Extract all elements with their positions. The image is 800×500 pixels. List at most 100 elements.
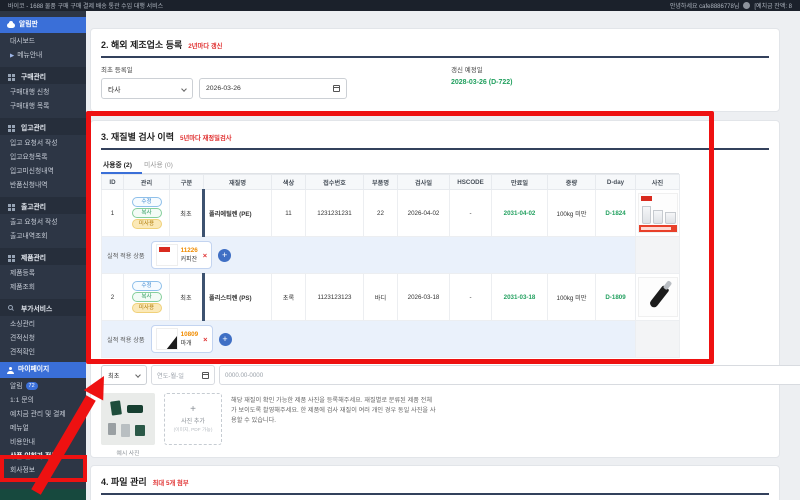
applied-product-code: 10809 <box>181 331 199 338</box>
sidebar-section-outbound[interactable]: 출고관리 <box>0 197 86 214</box>
sidebar-section-services[interactable]: 부가서비스 <box>0 299 86 316</box>
example-photo <box>101 393 155 445</box>
calendar-icon <box>202 372 209 379</box>
section2-title: 2. 해외 제조업소 등록 <box>101 38 182 51</box>
sidebar-item-purchase-list[interactable]: 구매대행 목록 <box>0 100 86 114</box>
sidebar-item-notice-board[interactable]: 알림판 <box>0 17 86 33</box>
table-header-row: ID 관리 구분 재질명 색상 접수번호 부품명 검사일 HSCODE 만료일 … <box>102 175 680 190</box>
remove-applied-product-icon[interactable]: × <box>203 335 207 344</box>
sidebar-item-purchase-request[interactable]: 구매대행 신청 <box>0 86 86 100</box>
col-receipt: 접수번호 <box>306 175 364 190</box>
col-photo: 사진 <box>636 175 680 190</box>
sidebar-item-quote-confirm[interactable]: 견적확인 <box>0 346 86 360</box>
sidebar-item-sourcing[interactable]: 소싱관리 <box>0 318 86 332</box>
applied-product-code: 11226 <box>181 247 198 254</box>
sidebar-item-menu-guide[interactable]: ▶메뉴안내 <box>0 49 86 63</box>
copy-button[interactable]: 복사 <box>132 292 162 302</box>
set-unused-button[interactable]: 미사용 <box>132 219 162 229</box>
sidebar-section-inbound[interactable]: 입고관리 <box>0 118 86 135</box>
section-divider <box>101 493 769 495</box>
sidebar-item-manual[interactable]: 메뉴얼 <box>0 422 86 436</box>
cell-actions: 수정 복사 미사용 <box>124 274 170 321</box>
section-divider <box>101 148 769 150</box>
cell-id: 2 <box>102 274 124 321</box>
edit-button[interactable]: 수정 <box>132 197 162 207</box>
section4-note: 최대 5개 첨부 <box>153 478 189 487</box>
applied-product-thumbnail <box>156 244 178 266</box>
sidebar-item-inbound-unrequested[interactable]: 입고미신청내역 <box>0 165 86 179</box>
sidebar-item-alerts[interactable]: 알림72 <box>0 380 86 394</box>
sidebar-item-product-license-info[interactable]: 상품 인허가 정보 <box>0 450 86 464</box>
sidebar-item-dashboard[interactable]: 대시보드 <box>0 35 86 49</box>
sidebar-section-purchase[interactable]: 구매관리 <box>0 67 86 84</box>
cell-type: 최초 <box>170 274 204 321</box>
add-applied-product-button[interactable]: + <box>219 333 232 346</box>
plus-icon: + <box>190 405 196 415</box>
photo-guide: 예시 사진 + 사진 추가 (이미지, PDF 가능) 해당 재질이 확인 가능… <box>101 393 769 457</box>
sidebar-item-inquiry[interactable]: 1:1 문의 <box>0 394 86 408</box>
cell-id: 1 <box>102 190 124 237</box>
tab-unused[interactable]: 미사용 (0) <box>142 156 183 173</box>
applied-products-row: 실적 적용 상품 11226 커피잔 × <box>102 237 680 274</box>
chevron-down-icon <box>181 86 187 92</box>
sidebar-footer-block <box>0 489 86 500</box>
cell-photo[interactable] <box>636 274 680 321</box>
photo-upload-box[interactable]: + 사진 추가 (이미지, PDF 가능) <box>164 393 222 445</box>
cell-color: 11 <box>272 190 306 237</box>
section3-note: 5년마다 재정밀검사 <box>180 133 232 142</box>
sidebar-item-inbound-form[interactable]: 입고 요청서 작성 <box>0 137 86 151</box>
cell-material: 폴리에틸렌 (PE) <box>204 190 272 237</box>
cell-test-date: 2026-03-18 <box>398 274 450 321</box>
applied-product-card[interactable]: 10809 마개 × <box>151 325 213 353</box>
renewal-date-value: 2028-03-26 (D-722) <box>451 79 512 86</box>
section2-renew-note: 2년마다 갱신 <box>188 41 222 50</box>
chevron-down-icon <box>135 372 141 378</box>
inspection-date-input[interactable]: 연도-월-일 <box>151 365 215 385</box>
file-management-section: 4. 파일 관리 최대 5개 첨부 <box>90 465 780 500</box>
first-reg-date-input[interactable]: 2026-03-26 <box>199 78 347 99</box>
tab-in-use[interactable]: 사용중 (2) <box>101 156 142 174</box>
grid-icon <box>8 255 11 258</box>
applied-product-name: 커피잔 <box>181 254 198 263</box>
hscode-input[interactable] <box>219 365 800 385</box>
sidebar-item-pricing[interactable]: 비용안내 <box>0 436 86 450</box>
sidebar-item-outbound-history[interactable]: 출고내역조회 <box>0 230 86 244</box>
sidebar-item-inbound-list[interactable]: 입고요청목록 <box>0 151 86 165</box>
person-icon <box>7 367 14 374</box>
first-reg-date-label: 최초 등록일 <box>101 64 769 74</box>
cell-expire: 2031-03-18 <box>492 274 548 321</box>
sidebar-item-mypage[interactable]: 마이페이지 <box>0 362 86 378</box>
col-color: 색상 <box>272 175 306 190</box>
avatar[interactable] <box>743 2 750 9</box>
add-applied-product-button[interactable]: + <box>218 249 231 262</box>
sidebar-item-return-history[interactable]: 반품신청내역 <box>0 179 86 193</box>
section3-title: 3. 재질별 검사 이력 <box>101 130 174 143</box>
sidebar-item-company-info[interactable]: 회사정보 <box>0 464 86 478</box>
sidebar-item-product-register[interactable]: 제품등록 <box>0 267 86 281</box>
grid-icon <box>8 74 11 77</box>
topbar-balance[interactable]: [예치금 잔액: 8 <box>754 1 792 10</box>
cell-actions: 수정 복사 미사용 <box>124 190 170 237</box>
sidebar-item-outbound-form[interactable]: 출고 요청서 작성 <box>0 216 86 230</box>
cell-photo[interactable] <box>636 190 680 237</box>
sidebar-section-product[interactable]: 제품관리 <box>0 248 86 265</box>
set-unused-button[interactable]: 미사용 <box>132 303 162 313</box>
board-icon <box>7 23 15 28</box>
edit-button[interactable]: 수정 <box>132 281 162 291</box>
applied-products-label: 실적 적용 상품 <box>107 335 145 344</box>
cell-dday: D-1824 <box>596 190 636 237</box>
applied-product-card[interactable]: 11226 커피잔 × <box>151 241 213 269</box>
sidebar-item-product-lookup[interactable]: 제품조회 <box>0 281 86 295</box>
sidebar-item-quote-request[interactable]: 견적신청 <box>0 332 86 346</box>
inspection-type-select[interactable]: 최초 <box>101 365 147 385</box>
applied-products-row: 실적 적용 상품 10809 마개 × <box>102 321 680 358</box>
remove-applied-product-icon[interactable]: × <box>203 251 207 260</box>
cell-dday: D-1809 <box>596 274 636 321</box>
copy-button[interactable]: 복사 <box>132 208 162 218</box>
topbar: 바이코 - 1688 물품 구매 구매 결제 배송 통관 수입 대행 서비스 안… <box>0 0 800 11</box>
col-dday: D-day <box>596 175 636 190</box>
sidebar-item-deposit[interactable]: 예치금 관리 및 결제 <box>0 408 86 422</box>
company-type-select[interactable]: 타사 <box>101 78 193 99</box>
grid-icon <box>8 204 11 207</box>
search-icon <box>8 305 13 310</box>
